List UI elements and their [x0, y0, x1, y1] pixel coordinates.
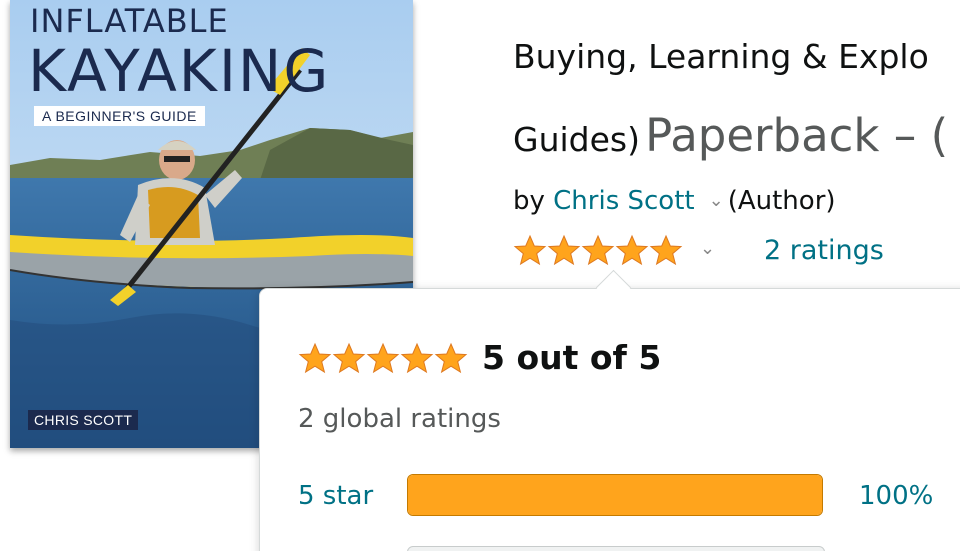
ratings-count-link[interactable]: 2 ratings [764, 235, 884, 267]
rating-summary[interactable]: ⌄ 2 ratings [513, 234, 884, 270]
histogram-bar-track-next[interactable] [407, 546, 825, 551]
author-role: (Author) [727, 186, 836, 216]
star-icon [298, 342, 332, 374]
cover-author-name: CHRIS SCOTT [28, 410, 139, 430]
byline-prefix: by [513, 186, 545, 216]
star-icon [434, 342, 468, 374]
star-icon [366, 342, 400, 374]
chevron-down-icon[interactable]: ⌄ [700, 238, 715, 259]
popover-star-rating [298, 342, 468, 374]
star-icon [581, 234, 615, 266]
product-title-series: Guides) [513, 120, 640, 159]
star-icon [400, 342, 434, 374]
histogram-bar-track[interactable] [407, 474, 823, 516]
cover-title-line-1: INFLATABLE [30, 2, 229, 40]
star-icon [332, 342, 366, 374]
histogram-bar-fill [408, 475, 822, 515]
product-format: Paperback – ( [645, 109, 949, 162]
author-link[interactable]: Chris Scott [553, 186, 694, 216]
product-title-line-2: Guides) Paperback – ( [513, 110, 948, 172]
histogram-row-5-star[interactable]: 5 star 100% [298, 474, 958, 518]
byline: by Chris Scott ⌄ (Author) [513, 185, 836, 217]
product-title-line-1: Buying, Learning & Explo [513, 37, 929, 76]
star-icon [615, 234, 649, 266]
star-rating[interactable] [513, 234, 685, 268]
star-icon [649, 234, 683, 266]
star-icon [547, 234, 581, 266]
popover-rating-text: 5 out of 5 [482, 338, 662, 377]
cover-title-line-2: KAYAKING [28, 37, 331, 105]
histogram-percent[interactable]: 100% [859, 480, 933, 512]
product-page: INFLATABLE KAYAKING A BEGINNER'S GUIDE C… [0, 0, 960, 551]
popover-rating-summary: 5 out of 5 [298, 338, 661, 378]
histogram-label[interactable]: 5 star [298, 480, 373, 512]
cover-subtitle: A BEGINNER'S GUIDE [34, 106, 205, 126]
star-icon [513, 234, 547, 266]
global-ratings-count: 2 global ratings [298, 404, 501, 434]
chevron-down-icon[interactable]: ⌄ [709, 185, 724, 217]
